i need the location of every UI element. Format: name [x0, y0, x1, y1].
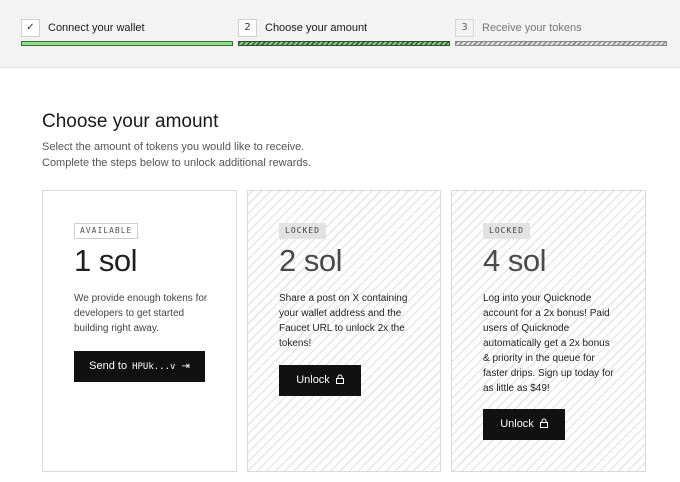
unlock-button[interactable]: Unlock — [483, 409, 565, 440]
step-number: 2 — [238, 19, 257, 37]
amount-value: 4 sol — [483, 243, 546, 278]
subtitle-line: Select the amount of tokens you would li… — [42, 141, 305, 153]
description-line: as little as $49! — [483, 383, 550, 394]
wallet-address: HPUk...v — [132, 362, 176, 372]
send-to-wallet-button[interactable]: Send to HPUk...v ⇥ — [74, 351, 205, 382]
description-line: Share a post on X containing — [279, 293, 408, 304]
lock-icon — [335, 374, 344, 384]
amount-card-4-sol: LOCKED 4 sol Log into your Quicknode acc… — [451, 190, 646, 472]
card-description: We provide enough tokens for developers … — [74, 291, 207, 336]
step-label: Choose your amount — [265, 22, 368, 34]
check-icon: ✓ — [21, 19, 40, 37]
description-line: Log into your Quicknode — [483, 293, 592, 304]
page-title: Choose your amount — [42, 111, 219, 132]
description-line: your wallet address and the — [279, 308, 402, 319]
card-description: Log into your Quicknode account for a 2x… — [483, 291, 614, 396]
step-receive-tokens[interactable]: 3 Receive your tokens — [455, 19, 667, 47]
description-line: account for a 2x bonus! Paid — [483, 308, 610, 319]
page-subtitle: Select the amount of tokens you would li… — [42, 139, 311, 171]
description-line: users of Quicknode — [483, 323, 570, 334]
button-label: Unlock — [500, 418, 534, 430]
step-label: Receive your tokens — [482, 22, 582, 34]
description-line: automatically get a 2x bonus — [483, 338, 610, 349]
subtitle-line: Complete the steps below to unlock addit… — [42, 157, 312, 169]
description-line: building right away. — [74, 323, 159, 334]
description-line: We provide enough tokens for — [74, 293, 208, 304]
description-line: faster drips. Sign up today for — [483, 368, 614, 379]
step-connect-wallet[interactable]: ✓ Connect your wallet — [21, 19, 233, 47]
status-badge: AVAILABLE — [74, 223, 139, 239]
progress-stepper: ✓ Connect your wallet 2 Choose your amou… — [0, 0, 680, 68]
status-badge: LOCKED — [483, 223, 530, 239]
step-progress-bar — [238, 41, 450, 46]
description-line: tokens! — [279, 338, 312, 349]
step-progress-bar — [455, 41, 667, 46]
amount-card-1-sol: AVAILABLE 1 sol We provide enough tokens… — [42, 190, 237, 472]
lock-icon — [539, 418, 548, 428]
step-label: Connect your wallet — [48, 22, 145, 34]
button-label: Send to — [89, 360, 128, 372]
description-line: developers to get started — [74, 308, 185, 319]
button-label: Unlock — [296, 374, 330, 386]
status-badge: LOCKED — [279, 223, 326, 239]
step-choose-amount[interactable]: 2 Choose your amount — [238, 19, 450, 47]
description-line: Faucet URL to unlock 2x the — [279, 323, 405, 334]
description-line: & priority in the queue for — [483, 353, 595, 364]
amount-value: 2 sol — [279, 243, 342, 278]
amount-card-2-sol: LOCKED 2 sol Share a post on X containin… — [247, 190, 441, 472]
unlock-button[interactable]: Unlock — [279, 365, 361, 396]
step-progress-bar — [21, 41, 233, 46]
amount-value: 1 sol — [74, 243, 137, 278]
step-number: 3 — [455, 19, 474, 37]
card-description: Share a post on X containing your wallet… — [279, 291, 407, 351]
arrow-right-to-bar-icon: ⇥ — [181, 361, 190, 372]
